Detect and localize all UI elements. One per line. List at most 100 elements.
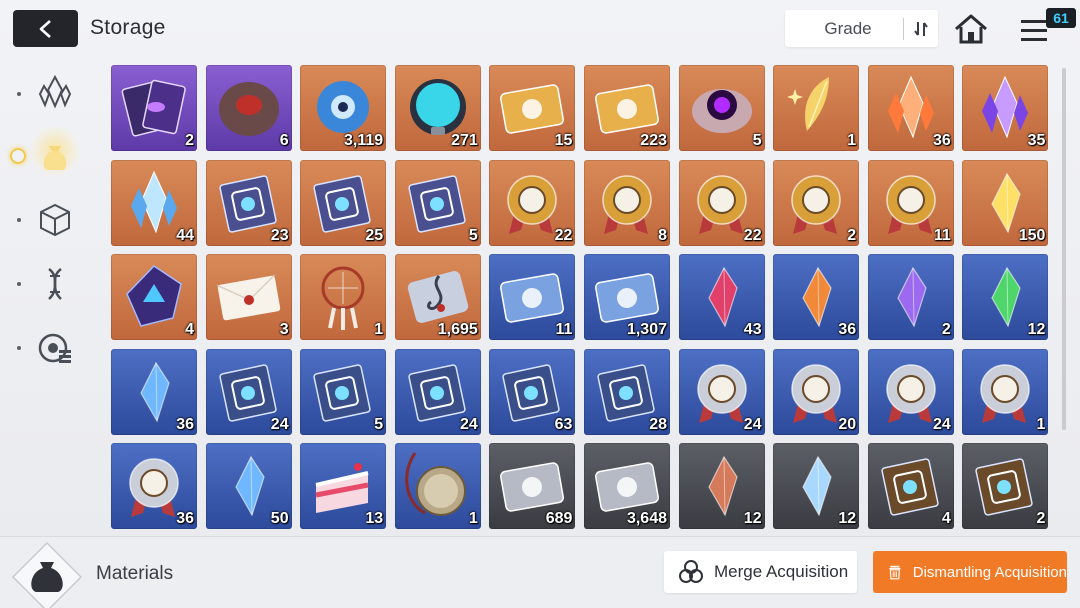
item-slot-blue-eye-orb[interactable]: 3,119 bbox=[300, 65, 387, 151]
item-quantity: 35 bbox=[1027, 132, 1046, 149]
item-slot-silver-medal-shield[interactable]: 20 bbox=[773, 348, 860, 435]
dismantle-label: Dismantling Acquisition bbox=[912, 563, 1067, 581]
item-slot-book-bolt[interactable]: 5 bbox=[394, 159, 481, 246]
item-slot-book-eye[interactable]: 25 bbox=[300, 159, 387, 246]
sidebar-item-cube[interactable] bbox=[20, 192, 90, 248]
item-slot-pocket-watch[interactable]: 1 bbox=[394, 443, 481, 529]
item-slot-gray-id-ticket[interactable]: 689 bbox=[489, 443, 576, 529]
item-quantity: 22 bbox=[743, 226, 762, 244]
item-slot-gold-star-ticket[interactable]: 223 bbox=[584, 65, 670, 151]
grid-scrollbar[interactable] bbox=[1062, 68, 1066, 430]
item-slot-music-note[interactable]: 1,695 bbox=[394, 254, 481, 340]
item-slot-blue-book-shield[interactable]: 5 bbox=[300, 348, 387, 435]
item-slot-blue-book-swords[interactable]: 24 bbox=[205, 348, 292, 435]
item-slot-pale-blue-gem[interactable]: 12 bbox=[773, 443, 860, 529]
item-slot-silver-medal-bolt[interactable]: 1 bbox=[962, 348, 1049, 435]
item-slot-cyan-sphere-device[interactable]: 271 bbox=[394, 65, 481, 151]
item-slot-purple-cards[interactable]: 2 bbox=[111, 65, 197, 151]
sort-dropdown[interactable]: Grade bbox=[785, 10, 938, 47]
dismantling-acquisition-button[interactable]: Dismantling Acquisition bbox=[873, 551, 1067, 593]
item-slot-red-core-rock[interactable]: 6 bbox=[205, 65, 292, 151]
item-quantity: 23 bbox=[270, 226, 289, 244]
item-quantity: 11 bbox=[933, 226, 951, 244]
item-quantity: 1,307 bbox=[626, 321, 667, 338]
item-quantity: 223 bbox=[640, 132, 667, 149]
item-slot-gold-feather[interactable]: 1 bbox=[773, 65, 860, 151]
item-quantity: 12 bbox=[743, 510, 762, 527]
item-quantity: 4 bbox=[185, 321, 194, 338]
item-slot-silver-medal-eye[interactable]: 24 bbox=[867, 348, 954, 435]
sidebar-item-pouch[interactable] bbox=[20, 128, 90, 184]
item-slot-orange-crystal[interactable]: 36 bbox=[867, 65, 954, 151]
item-quantity: 2 bbox=[185, 132, 194, 149]
item-quantity: 5 bbox=[468, 226, 478, 244]
item-slot-dreamcatcher[interactable]: 1 bbox=[300, 254, 387, 340]
item-slot-envelope[interactable]: 3 bbox=[205, 254, 292, 340]
item-slot-cake-slice[interactable]: 13 bbox=[300, 443, 387, 529]
item-quantity: 15 bbox=[554, 132, 573, 149]
item-slot-gold-medal-bolt[interactable]: 2 bbox=[773, 159, 860, 246]
back-arrow-icon bbox=[39, 19, 51, 38]
item-slot-blue-comet-gem[interactable]: 50 bbox=[205, 443, 292, 529]
item-quantity: 25 bbox=[365, 226, 384, 244]
item-slot-blue-shard-gem[interactable]: 36 bbox=[111, 348, 197, 435]
violet-gem-icon bbox=[897, 266, 927, 328]
item-quantity: 689 bbox=[545, 510, 573, 527]
item-slot-gold-medal-cross[interactable]: 11 bbox=[867, 159, 954, 246]
item-quantity: 36 bbox=[838, 321, 857, 338]
item-slot-gold-medal-shield[interactable]: 8 bbox=[584, 159, 670, 246]
home-button[interactable] bbox=[952, 12, 990, 46]
item-slot-purple-eye-creature[interactable]: 5 bbox=[678, 65, 765, 151]
item-grid: 2 6 3,119 271 15 223 5 1 36 35 44 23 25 5 22 8 22 2 11 150 4… bbox=[111, 65, 1051, 530]
item-slot-silver-medal-swords[interactable]: 24 bbox=[678, 348, 765, 435]
item-slot-yellow-shards[interactable]: 150 bbox=[962, 159, 1049, 246]
pocket-watch-icon bbox=[405, 452, 466, 516]
item-slot-silver-medal-cross[interactable]: 36 bbox=[111, 443, 197, 529]
item-slot-gold-medal-eye[interactable]: 22 bbox=[678, 159, 765, 246]
item-slot-red-gem[interactable]: 43 bbox=[678, 254, 765, 340]
target-list-icon bbox=[38, 333, 71, 363]
item-quantity: 36 bbox=[933, 132, 951, 149]
item-slot-blue-id-ticket[interactable]: 11 bbox=[489, 254, 576, 340]
sidebar-item-crystal[interactable] bbox=[20, 64, 90, 120]
item-slot-gold-id-ticket[interactable]: 15 bbox=[489, 65, 576, 151]
item-slot-book-swords[interactable]: 23 bbox=[205, 159, 292, 246]
item-slot-brown-book-swords[interactable]: 4 bbox=[867, 443, 954, 529]
category-label: Materials bbox=[96, 563, 174, 584]
materials-category-button[interactable] bbox=[10, 540, 84, 608]
item-slot-blue-star-ticket[interactable]: 1,307 bbox=[584, 254, 670, 340]
item-slot-green-gem[interactable]: 12 bbox=[962, 254, 1049, 340]
item-quantity: 13 bbox=[365, 510, 384, 527]
item-quantity: 271 bbox=[451, 132, 478, 149]
crystal-icon bbox=[38, 74, 72, 109]
item-quantity: 24 bbox=[743, 415, 762, 433]
item-slot-copper-gem[interactable]: 12 bbox=[678, 443, 765, 529]
item-slot-gold-medal-swords[interactable]: 22 bbox=[489, 159, 576, 246]
pouch-icon bbox=[11, 541, 83, 608]
envelope-icon bbox=[216, 274, 280, 321]
item-slot-orange-gem[interactable]: 36 bbox=[773, 254, 860, 340]
item-quantity: 150 bbox=[1018, 226, 1046, 244]
item-slot-blue-book-cross[interactable]: 28 bbox=[584, 348, 670, 435]
item-slot-blue-book-bolt[interactable]: 63 bbox=[489, 348, 576, 435]
item-quantity: 50 bbox=[270, 510, 289, 527]
item-slot-dark-cube[interactable]: 4 bbox=[111, 254, 197, 340]
item-quantity: 12 bbox=[1027, 321, 1046, 338]
sidebar-item-target[interactable] bbox=[20, 320, 90, 376]
item-quantity: 2 bbox=[1036, 510, 1046, 527]
item-slot-purple-crystal[interactable]: 35 bbox=[962, 65, 1049, 151]
sidebar-item-dna[interactable] bbox=[20, 256, 90, 312]
item-slot-violet-gem[interactable]: 2 bbox=[867, 254, 954, 340]
item-slot-brown-book-shield[interactable]: 2 bbox=[962, 443, 1049, 529]
home-icon bbox=[955, 14, 987, 44]
sort-order-button[interactable] bbox=[904, 19, 938, 39]
item-quantity: 3,648 bbox=[626, 510, 667, 527]
item-slot-blue-book-eye[interactable]: 24 bbox=[394, 348, 481, 435]
back-button[interactable] bbox=[13, 10, 78, 47]
item-slot-blue-crystal[interactable]: 44 bbox=[111, 159, 197, 246]
item-slot-gray-star-ticket[interactable]: 3,648 bbox=[584, 443, 670, 529]
merge-acquisition-button[interactable]: Merge Acquisition bbox=[664, 551, 857, 593]
item-quantity: 12 bbox=[838, 510, 857, 527]
merge-label: Merge Acquisition bbox=[714, 562, 849, 581]
item-quantity: 24 bbox=[270, 415, 289, 433]
